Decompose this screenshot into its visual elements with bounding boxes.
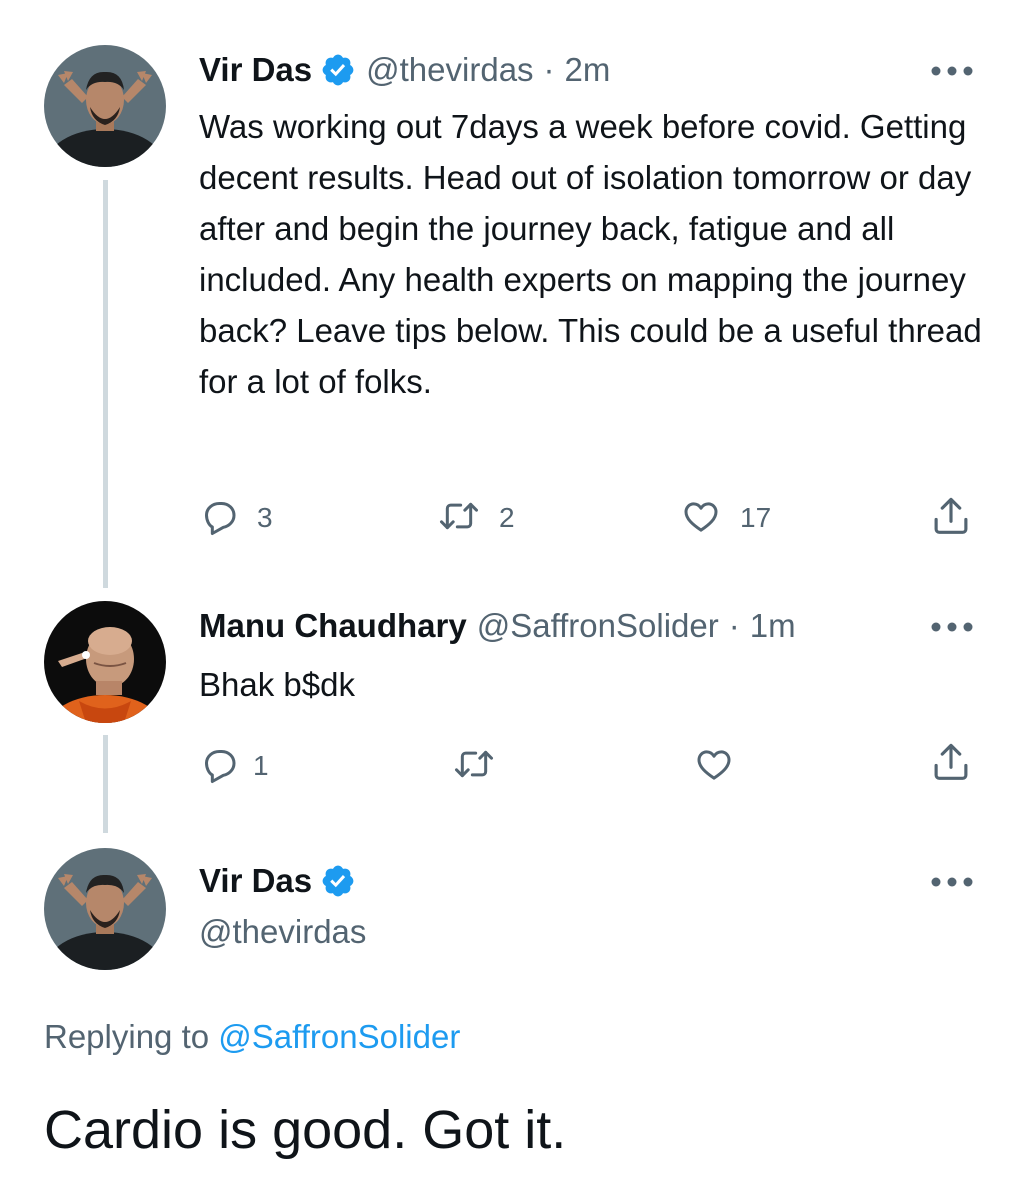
author-handle[interactable]: @thevirdas [199,912,366,952]
more-icon[interactable] [930,64,974,76]
author-name[interactable]: Vir Das [199,50,312,90]
tweet-text: Was working out 7days a week before covi… [199,108,982,400]
author-handle[interactable]: @thevirdas [366,50,533,90]
timestamp[interactable]: 1m [750,606,796,646]
share-button[interactable] [930,496,972,540]
more-icon[interactable] [930,620,974,632]
share-icon [930,741,972,788]
tweet-header: Vir Das @thevirdas · 2m [199,50,610,90]
reply-icon [199,744,239,789]
separator: · [728,607,740,644]
avatar[interactable] [44,601,166,723]
reply-count: 3 [257,502,273,533]
retweet-button[interactable] [452,744,496,788]
like-count: 17 [740,502,772,533]
reply-count: 1 [253,750,269,781]
replying-to-label: Replying to [44,1018,210,1055]
author-name[interactable]: Vir Das [199,861,312,901]
reply-button[interactable]: 1 [199,744,269,788]
retweet-button[interactable]: 2 [437,496,515,540]
retweet-count: 2 [499,502,515,533]
author-name[interactable]: Manu Chaudhary [199,606,467,646]
retweet-icon [452,744,496,789]
replying-to: Replying to @SaffronSolider [44,1018,460,1056]
focused-tweet-text: Cardio is good. Got it. [44,1100,567,1160]
author-handle[interactable]: @SaffronSolider [477,606,719,646]
heart-icon [693,744,735,789]
tweet-header: Manu Chaudhary @SaffronSolider · 1m [199,606,796,646]
author-handle-row: @thevirdas [199,912,366,952]
separator: · [543,51,555,88]
verified-badge-icon [320,52,356,88]
tweet-header: Vir Das [199,861,366,901]
tweet-text: Bhak b$dk [199,666,355,703]
heart-icon [680,496,722,541]
avatar[interactable] [44,45,166,167]
reply-icon [199,496,239,541]
thread-line [103,735,108,833]
like-button[interactable]: 17 [680,496,771,540]
more-icon[interactable] [930,875,974,887]
share-icon [930,495,972,542]
avatar[interactable] [44,848,166,970]
like-button[interactable] [693,744,735,788]
share-button[interactable] [930,742,972,786]
timestamp[interactable]: 2m [565,50,611,90]
verified-badge-icon [320,863,356,899]
reply-button[interactable]: 3 [199,496,273,540]
thread-line [103,180,108,588]
replying-to-handle-link[interactable]: @SaffronSolider [218,1018,460,1055]
retweet-icon [437,496,481,541]
